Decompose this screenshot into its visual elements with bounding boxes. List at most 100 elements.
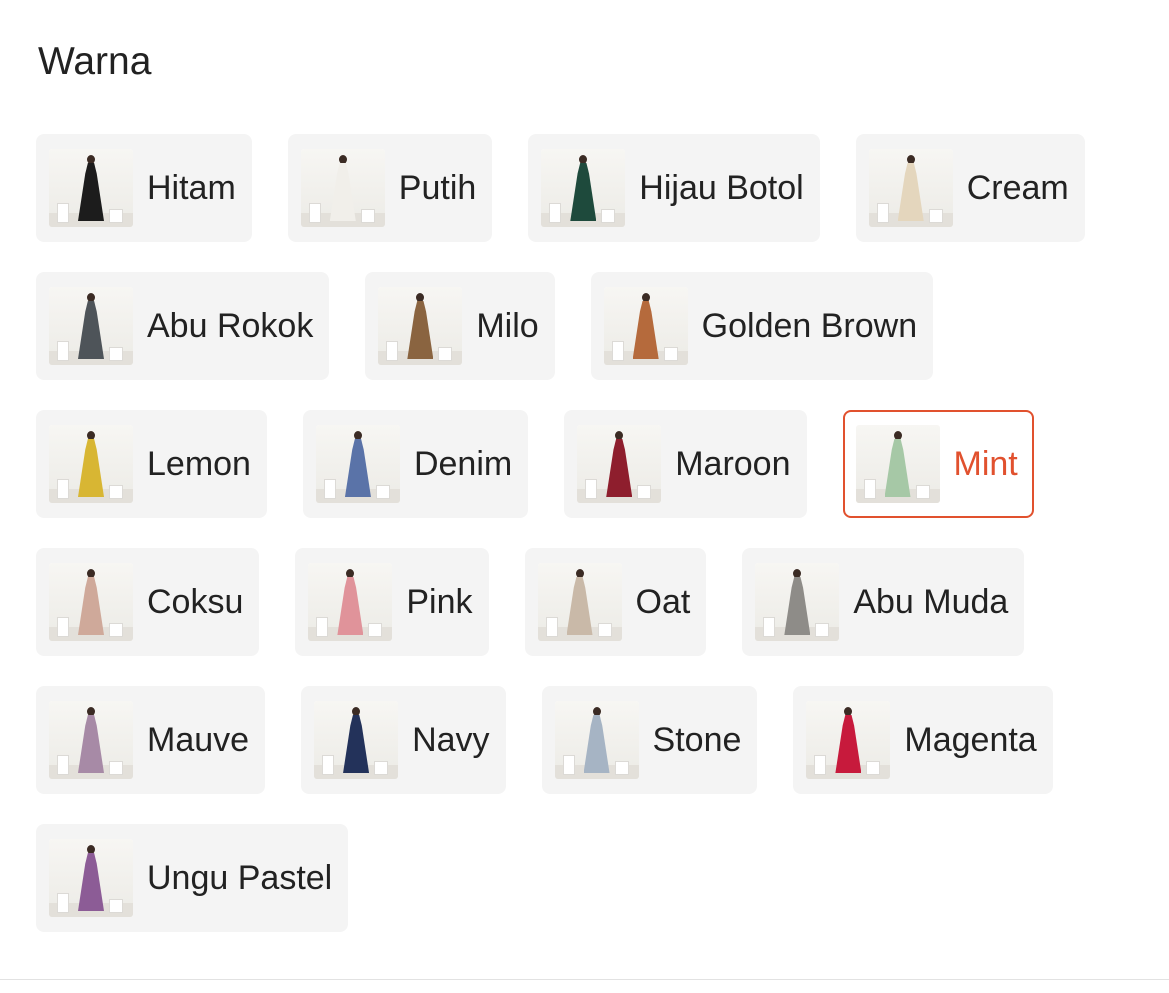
color-option-label: Lemon — [147, 445, 251, 483]
thumbnail-prop — [57, 617, 69, 637]
product-thumbnail — [537, 563, 622, 641]
product-thumbnail — [315, 425, 400, 503]
thumbnail-prop2 — [374, 761, 389, 775]
color-option-row: Hitam Putih Hijau Botol Cream — [36, 134, 1136, 242]
color-variant-options: Hitam Putih Hijau Botol Cream Abu Rokok Milo G… — [36, 134, 1136, 962]
thumbnail-prop2 — [601, 209, 616, 223]
thumbnail-prop — [814, 755, 827, 775]
thumbnail-head — [87, 845, 95, 854]
color-option-row: Abu Rokok Milo Golden Brown — [36, 272, 1136, 380]
product-thumbnail — [49, 563, 133, 641]
product-thumbnail — [541, 149, 626, 227]
color-option-label: Golden Brown — [701, 307, 918, 345]
color-option-abu-muda[interactable]: Abu Muda — [742, 548, 1025, 656]
color-option-label: Abu Rokok — [147, 307, 314, 345]
color-option-row: Coksu Pink Oat Abu Muda — [36, 548, 1136, 656]
thumbnail-prop2 — [438, 347, 453, 361]
thumbnail-prop2 — [368, 623, 383, 637]
thumbnail-head — [87, 431, 95, 440]
color-option-label: Ungu Pastel — [147, 859, 333, 897]
thumbnail-head — [906, 155, 915, 164]
thumbnail-prop — [876, 203, 889, 223]
color-option-denim[interactable]: Denim — [302, 410, 529, 518]
thumbnail-head — [87, 569, 95, 578]
product-thumbnail — [49, 287, 133, 365]
thumbnail-prop — [322, 755, 335, 775]
thumbnail-head — [338, 155, 347, 164]
product-thumbnail — [603, 287, 688, 365]
thumbnail-prop2 — [109, 485, 123, 499]
product-thumbnail — [755, 563, 840, 641]
color-option-label: Abu Muda — [853, 583, 1009, 621]
product-thumbnail — [806, 701, 891, 779]
product-thumbnail — [378, 287, 463, 365]
color-option-label: Magenta — [904, 721, 1037, 759]
thumbnail-head — [87, 155, 95, 164]
color-option-milo[interactable]: Milo — [365, 272, 555, 380]
color-option-label: Hijau Botol — [639, 169, 804, 207]
color-option-row: Ungu Pastel — [36, 824, 1136, 932]
color-option-row: Lemon Denim Maroon Mint — [36, 410, 1136, 518]
color-option-coksu[interactable]: Coksu — [36, 548, 260, 656]
thumbnail-prop — [308, 203, 321, 223]
thumbnail-prop2 — [109, 761, 123, 775]
thumbnail-prop — [57, 479, 69, 499]
color-option-lemon[interactable]: Lemon — [36, 410, 267, 518]
color-option-magenta[interactable]: Magenta — [793, 686, 1053, 794]
thumbnail-prop2 — [928, 209, 943, 223]
thumbnail-prop — [316, 617, 329, 637]
color-option-label: Stone — [652, 721, 742, 759]
color-option-label: Navy — [412, 721, 490, 759]
color-option-mauve[interactable]: Mauve — [36, 686, 266, 794]
color-option-row: Mauve Navy Stone Magenta — [36, 686, 1136, 794]
color-option-maroon[interactable]: Maroon — [564, 410, 807, 518]
thumbnail-prop — [585, 479, 598, 499]
thumbnail-prop — [57, 893, 69, 913]
thumbnail-prop — [57, 203, 69, 223]
thumbnail-prop2 — [663, 347, 678, 361]
product-thumbnail — [49, 701, 133, 779]
color-option-label: Hitam — [147, 169, 236, 207]
thumbnail-prop2 — [815, 623, 830, 637]
thumbnail-head — [893, 431, 902, 440]
thumbnail-prop2 — [637, 485, 652, 499]
color-option-hitam[interactable]: Hitam — [36, 134, 252, 242]
product-thumbnail — [314, 701, 399, 779]
thumbnail-prop2 — [360, 209, 375, 223]
product-thumbnail — [577, 425, 662, 503]
color-option-pink[interactable]: Pink — [295, 548, 489, 656]
thumbnail-prop2 — [866, 761, 881, 775]
thumbnail-prop — [562, 755, 575, 775]
color-option-label: Cream — [966, 169, 1069, 207]
thumbnail-prop — [545, 617, 558, 637]
color-option-oat[interactable]: Oat — [524, 548, 707, 656]
color-option-navy[interactable]: Navy — [301, 686, 506, 794]
thumbnail-prop — [611, 341, 624, 361]
color-option-ungu-pastel[interactable]: Ungu Pastel — [36, 824, 349, 932]
thumbnail-head — [352, 707, 361, 716]
thumbnail-head — [641, 293, 650, 302]
color-option-abu-rokok[interactable]: Abu Rokok — [36, 272, 330, 380]
thumbnail-prop2 — [614, 761, 629, 775]
thumbnail-prop — [386, 341, 399, 361]
color-option-putih[interactable]: Putih — [287, 134, 493, 242]
product-thumbnail — [49, 425, 133, 503]
color-option-hijau-botol[interactable]: Hijau Botol — [528, 134, 820, 242]
color-option-label: Oat — [635, 583, 691, 621]
color-option-label: Putih — [398, 169, 477, 207]
color-option-stone[interactable]: Stone — [541, 686, 758, 794]
color-option-cream[interactable]: Cream — [855, 134, 1085, 242]
thumbnail-head — [87, 707, 95, 716]
thumbnail-head — [353, 431, 362, 440]
color-option-label: Mauve — [147, 721, 250, 759]
color-option-mint[interactable]: Mint — [842, 410, 1034, 518]
color-option-label: Coksu — [147, 583, 244, 621]
color-option-label: Denim — [413, 445, 513, 483]
product-thumbnail — [554, 701, 639, 779]
thumbnail-prop — [57, 341, 69, 361]
thumbnail-prop — [763, 617, 776, 637]
color-option-golden-brown[interactable]: Golden Brown — [590, 272, 934, 380]
product-thumbnail — [855, 425, 940, 503]
thumbnail-head — [592, 707, 601, 716]
color-option-label: Milo — [476, 307, 539, 345]
